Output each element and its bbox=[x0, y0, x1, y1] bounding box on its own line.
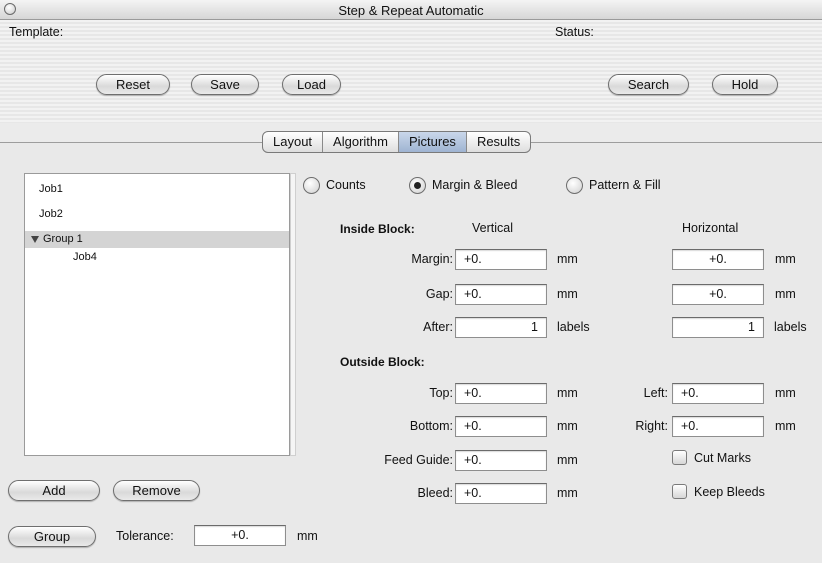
tab-pictures[interactable]: Pictures bbox=[398, 132, 467, 152]
top-field[interactable]: +0. bbox=[455, 383, 547, 404]
group-label: Group 1 bbox=[43, 233, 83, 245]
keep-bleeds-checkbox[interactable] bbox=[672, 484, 687, 499]
bleed-unit: mm bbox=[557, 486, 578, 500]
status-label: Status: bbox=[555, 25, 594, 39]
top-panel: Template: Status: Reset Save Load Search… bbox=[0, 20, 822, 123]
bleed-field[interactable]: +0. bbox=[455, 483, 547, 504]
bottom-unit: mm bbox=[557, 419, 578, 433]
list-item-group[interactable]: Group 1 bbox=[25, 231, 289, 248]
after-vertical-field[interactable]: 1 bbox=[455, 317, 547, 338]
gap-vertical-field[interactable]: +0. bbox=[455, 284, 547, 305]
margin-vertical-unit: mm bbox=[557, 252, 578, 266]
margin-bleed-label: Margin & Bleed bbox=[432, 178, 518, 192]
radio-selected-dot-icon bbox=[414, 182, 421, 189]
gap-horizontal-field[interactable]: +0. bbox=[672, 284, 764, 305]
list-item[interactable]: Job2 bbox=[25, 206, 289, 223]
right-unit: mm bbox=[775, 419, 796, 433]
disclosure-triangle-icon[interactable] bbox=[31, 236, 39, 243]
bleed-label: Bleed: bbox=[417, 486, 453, 500]
left-label: Left: bbox=[643, 386, 668, 400]
bottom-field[interactable]: +0. bbox=[455, 416, 547, 437]
left-unit: mm bbox=[775, 386, 796, 400]
left-field[interactable]: +0. bbox=[672, 383, 764, 404]
job-list[interactable]: Job1 Job2 Group 1 Job4 bbox=[24, 173, 296, 456]
list-item[interactable]: Job1 bbox=[25, 181, 289, 198]
list-scrollbar[interactable] bbox=[290, 173, 296, 456]
outside-block-heading: Outside Block: bbox=[340, 355, 425, 369]
add-button[interactable]: Add bbox=[8, 480, 100, 501]
feed-guide-label: Feed Guide: bbox=[384, 453, 453, 467]
margin-horizontal-unit: mm bbox=[775, 252, 796, 266]
feed-guide-unit: mm bbox=[557, 453, 578, 467]
job-label: Job4 bbox=[73, 251, 97, 263]
right-label: Right: bbox=[635, 419, 668, 433]
gap-label: Gap: bbox=[425, 287, 453, 301]
reset-button[interactable]: Reset bbox=[96, 74, 170, 95]
top-label: Top: bbox=[429, 386, 453, 400]
after-vertical-unit: labels bbox=[557, 320, 590, 334]
tolerance-label: Tolerance: bbox=[116, 529, 174, 543]
job-label: Job1 bbox=[39, 183, 63, 195]
margin-label: Margin: bbox=[411, 252, 453, 266]
bottom-label: Bottom: bbox=[409, 419, 453, 433]
feed-guide-field[interactable]: +0. bbox=[455, 450, 547, 471]
load-button[interactable]: Load bbox=[282, 74, 341, 95]
search-button[interactable]: Search bbox=[608, 74, 689, 95]
margin-vertical-field[interactable]: +0. bbox=[455, 249, 547, 270]
after-horizontal-field[interactable]: 1 bbox=[672, 317, 764, 338]
inside-block-heading: Inside Block: bbox=[340, 222, 415, 236]
after-horizontal-unit: labels bbox=[774, 320, 807, 334]
counts-label: Counts bbox=[326, 178, 366, 192]
hold-button[interactable]: Hold bbox=[712, 74, 778, 95]
window-title: Step & Repeat Automatic bbox=[338, 3, 484, 18]
horizontal-header: Horizontal bbox=[682, 221, 739, 235]
group-button[interactable]: Group bbox=[8, 526, 96, 547]
tolerance-field[interactable]: +0. bbox=[194, 525, 286, 546]
pattern-fill-radio[interactable] bbox=[566, 177, 583, 194]
list-item[interactable]: Job4 bbox=[25, 249, 289, 266]
template-label: Template: bbox=[9, 25, 64, 39]
cut-marks-label: Cut Marks bbox=[694, 451, 751, 465]
job-label: Job2 bbox=[39, 208, 63, 220]
tab-layout[interactable]: Layout bbox=[263, 132, 324, 152]
tolerance-unit: mm bbox=[297, 529, 318, 543]
cut-marks-checkbox[interactable] bbox=[672, 450, 687, 465]
gap-horizontal-unit: mm bbox=[775, 287, 796, 301]
counts-radio[interactable] bbox=[303, 177, 320, 194]
right-field[interactable]: +0. bbox=[672, 416, 764, 437]
tab-bar: Layout Algorithm Pictures Results bbox=[262, 131, 532, 153]
margin-bleed-radio[interactable] bbox=[409, 177, 426, 194]
save-button[interactable]: Save bbox=[191, 74, 259, 95]
top-unit: mm bbox=[557, 386, 578, 400]
margin-horizontal-field[interactable]: +0. bbox=[672, 249, 764, 270]
keep-bleeds-label: Keep Bleeds bbox=[694, 485, 765, 499]
after-label: After: bbox=[423, 320, 453, 334]
pattern-fill-label: Pattern & Fill bbox=[589, 178, 661, 192]
gap-vertical-unit: mm bbox=[557, 287, 578, 301]
title-bar: Step & Repeat Automatic bbox=[0, 0, 822, 20]
remove-button[interactable]: Remove bbox=[113, 480, 200, 501]
tab-algorithm[interactable]: Algorithm bbox=[323, 132, 399, 152]
vertical-header: Vertical bbox=[472, 221, 513, 235]
tab-results[interactable]: Results bbox=[467, 132, 530, 152]
